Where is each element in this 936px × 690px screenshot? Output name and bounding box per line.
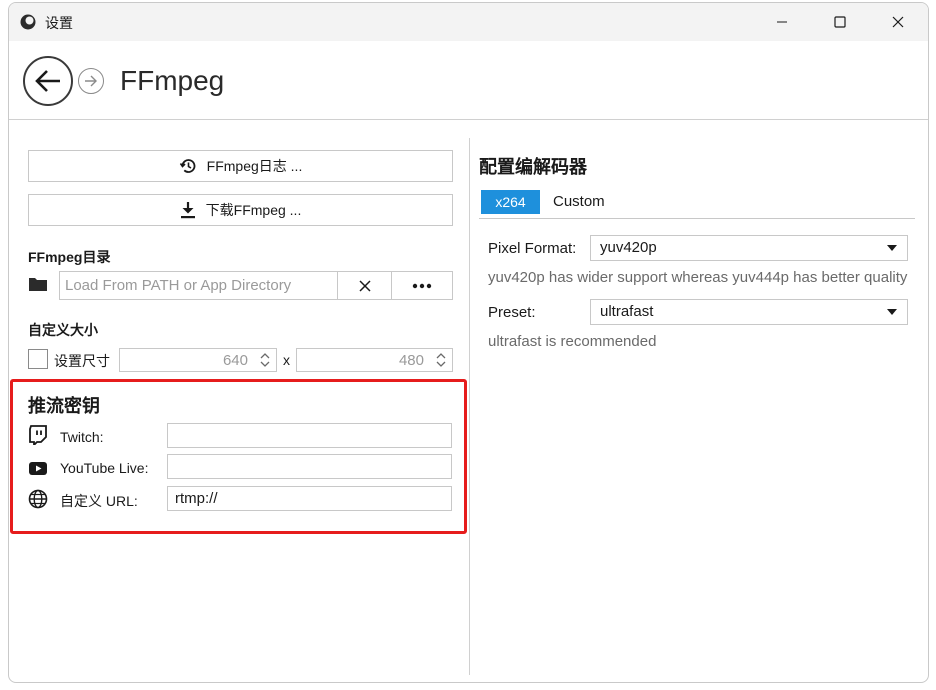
download-ffmpeg-button[interactable]: 下载FFmpeg ... xyxy=(28,194,453,226)
preset-select[interactable]: ultrafast xyxy=(590,299,908,325)
ffmpeg-dir-input[interactable] xyxy=(59,271,338,300)
twitch-key-input[interactable] xyxy=(167,423,452,448)
chevron-down-icon xyxy=(887,245,897,251)
pixel-format-label: Pixel Format: xyxy=(488,240,577,257)
page-header: FFmpeg xyxy=(9,41,928,120)
close-icon xyxy=(892,16,904,28)
history-icon xyxy=(179,159,196,173)
title-bar: 设置 xyxy=(9,3,928,41)
tab-custom[interactable]: Custom xyxy=(553,193,605,210)
folder-icon xyxy=(29,278,47,291)
column-divider xyxy=(469,138,470,675)
minimize-icon xyxy=(777,21,787,23)
chevron-down-icon xyxy=(887,309,897,315)
set-size-checkbox[interactable] xyxy=(28,349,48,369)
set-size-label: 设置尺寸 xyxy=(54,353,110,369)
window-title: 设置 xyxy=(45,15,73,31)
custom-url-input[interactable] xyxy=(167,486,452,511)
arrow-left-icon xyxy=(35,70,60,92)
width-value: 640 xyxy=(222,352,248,369)
globe-icon xyxy=(28,489,48,509)
twitch-icon xyxy=(29,425,47,445)
back-button[interactable] xyxy=(23,56,73,106)
maximize-icon xyxy=(834,16,846,28)
pixel-format-hint: yuv420p has wider support whereas yuv444… xyxy=(488,269,908,286)
codec-config-title: 配置编解码器 xyxy=(479,157,587,177)
pixel-format-select[interactable]: yuv420p xyxy=(590,235,908,261)
tab-x264[interactable]: x264 xyxy=(481,190,540,214)
custom-url-label: 自定义 URL: xyxy=(60,493,138,509)
spin-arrows-icon[interactable] xyxy=(435,352,447,368)
tab-underline xyxy=(479,218,915,219)
stream-keys-title: 推流密钥 xyxy=(28,396,100,416)
ffmpeg-log-label: FFmpeg日志 ... xyxy=(206,158,303,174)
preset-hint: ultrafast is recommended xyxy=(488,333,657,350)
width-stepper[interactable]: 640 xyxy=(119,348,277,372)
download-icon xyxy=(180,202,195,219)
youtube-icon xyxy=(29,462,47,475)
app-icon xyxy=(20,14,36,30)
header-divider xyxy=(9,119,928,120)
settings-window: 设置 FFmpeg FFmpeg日志 ... 下载FFmpeg ... FFmp… xyxy=(8,2,929,683)
youtube-key-input[interactable] xyxy=(167,454,452,479)
twitch-label: Twitch: xyxy=(60,429,104,445)
spin-arrows-icon[interactable] xyxy=(259,352,271,368)
youtube-label: YouTube Live: xyxy=(60,460,149,476)
ffmpeg-dir-label: FFmpeg目录 xyxy=(28,249,111,265)
height-stepper[interactable]: 480 xyxy=(296,348,453,372)
size-separator: x xyxy=(283,352,290,368)
close-button[interactable] xyxy=(869,3,927,41)
arrow-right-icon xyxy=(85,75,97,87)
ffmpeg-log-button[interactable]: FFmpeg日志 ... xyxy=(28,150,453,182)
more-icon xyxy=(412,283,432,288)
forward-button[interactable] xyxy=(78,68,104,94)
minimize-button[interactable] xyxy=(753,3,811,41)
clear-icon xyxy=(358,279,371,292)
custom-size-label: 自定义大小 xyxy=(28,322,98,338)
browse-dir-button[interactable] xyxy=(391,271,453,300)
preset-value: ultrafast xyxy=(600,303,654,320)
maximize-button[interactable] xyxy=(811,3,869,41)
pixel-format-value: yuv420p xyxy=(600,239,657,256)
preset-label: Preset: xyxy=(488,304,536,321)
clear-dir-button[interactable] xyxy=(337,271,392,300)
height-value: 480 xyxy=(398,352,424,369)
download-ffmpeg-label: 下载FFmpeg ... xyxy=(205,202,302,218)
page-title: FFmpeg xyxy=(120,65,225,96)
